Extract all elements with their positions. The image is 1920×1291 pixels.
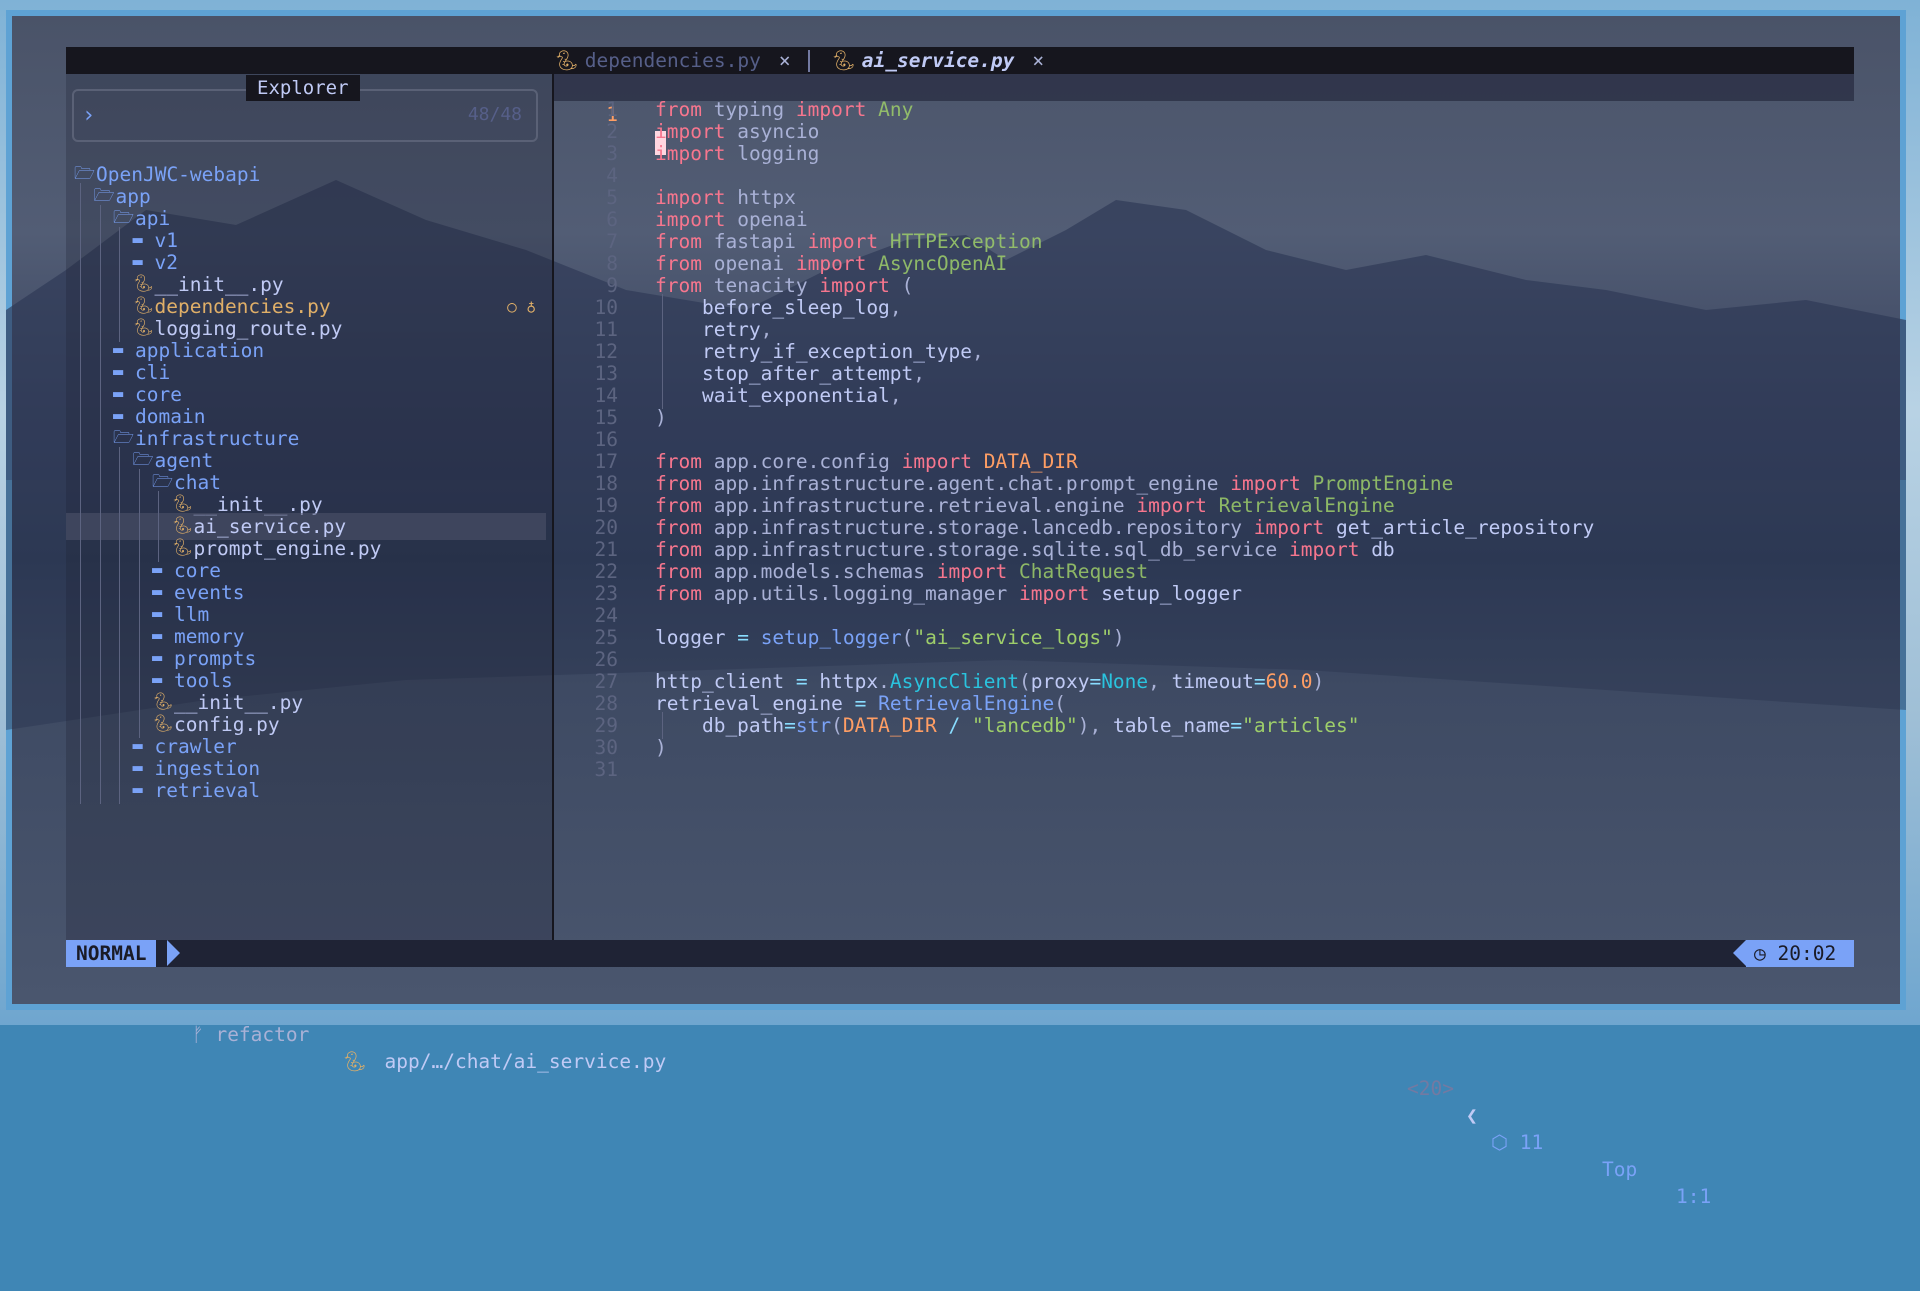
python-icon: 🐍︎ bbox=[554, 49, 579, 72]
indent-guide bbox=[99, 777, 101, 804]
scroll-position: Top bbox=[1602, 1158, 1638, 1181]
close-icon[interactable]: × bbox=[1032, 49, 1044, 72]
tab-label: dependencies.py bbox=[584, 49, 761, 72]
mode-separator bbox=[167, 940, 180, 966]
cursor-position: 1:1 bbox=[1676, 1185, 1712, 1208]
diagnostics-count: 11 bbox=[1519, 1131, 1544, 1154]
indent-guide bbox=[80, 777, 81, 804]
time-separator bbox=[1733, 940, 1746, 966]
tab-label: ai_service.py bbox=[861, 49, 1015, 72]
explorer-title: Explorer bbox=[246, 75, 360, 101]
file-path-text: app/…/chat/ai_service.py bbox=[384, 1050, 667, 1073]
branch-name: refactor bbox=[215, 1023, 310, 1046]
python-icon: 🐍︎ bbox=[831, 49, 856, 72]
clock-icon: ◷ bbox=[1754, 942, 1766, 965]
folder-icon: ▬ bbox=[132, 780, 143, 800]
line-count: <20> bbox=[1407, 1077, 1454, 1100]
indent-guide bbox=[119, 777, 120, 804]
tab-separator bbox=[808, 50, 810, 72]
python-icon: 🐍︎ bbox=[342, 1050, 367, 1073]
tree-item-label: retrieval bbox=[154, 779, 261, 802]
tab-dependencies[interactable]: 🐍︎ dependencies.py × bbox=[554, 47, 791, 74]
cube-icon: ⬡ bbox=[1491, 1131, 1509, 1154]
mode-indicator: NORMAL bbox=[66, 940, 157, 967]
chevron-left-icon: ❮ bbox=[1466, 1104, 1478, 1127]
file-path: 🐍︎ app/…/chat/ai_service.py bbox=[342, 1048, 666, 1075]
git-branch: ᚠ refactor bbox=[192, 1021, 309, 1048]
close-icon[interactable]: × bbox=[779, 49, 791, 72]
tab-ai-service[interactable]: 🐍︎ ai_service.py × bbox=[831, 47, 1044, 74]
line-number: 31 bbox=[594, 758, 618, 781]
neovim-window: 🐍︎ dependencies.py × 🐍︎ ai_service.py × › 48… bbox=[66, 47, 1854, 1208]
match-count: 48/48 bbox=[467, 104, 522, 125]
git-branch-icon: ᚠ bbox=[192, 1023, 216, 1046]
tab-bar: 🐍︎ dependencies.py × 🐍︎ ai_service.py × bbox=[66, 47, 1854, 74]
statusline: NORMAL ᚠ refactor 🐍︎ app/…/chat/ai_servi… bbox=[66, 940, 1854, 1208]
tree-item[interactable]: ▬ retrieval bbox=[66, 777, 546, 804]
file-explorer: › 48/48 Explorer 🗁︎ OpenJWC-webapi 🗁︎ app 🗁︎… bbox=[66, 74, 553, 940]
code-editor[interactable]: 1 1 from typing import Any 2 import asyncio… bbox=[554, 74, 1854, 940]
diagnostics: ⬡ 11 bbox=[1491, 1129, 1543, 1156]
clock: ◷ 20:02 bbox=[1746, 940, 1854, 967]
chevron-right-icon: › bbox=[82, 103, 96, 128]
clock-time: 20:02 bbox=[1777, 942, 1837, 965]
code-line[interactable]: 31 bbox=[554, 756, 1854, 783]
